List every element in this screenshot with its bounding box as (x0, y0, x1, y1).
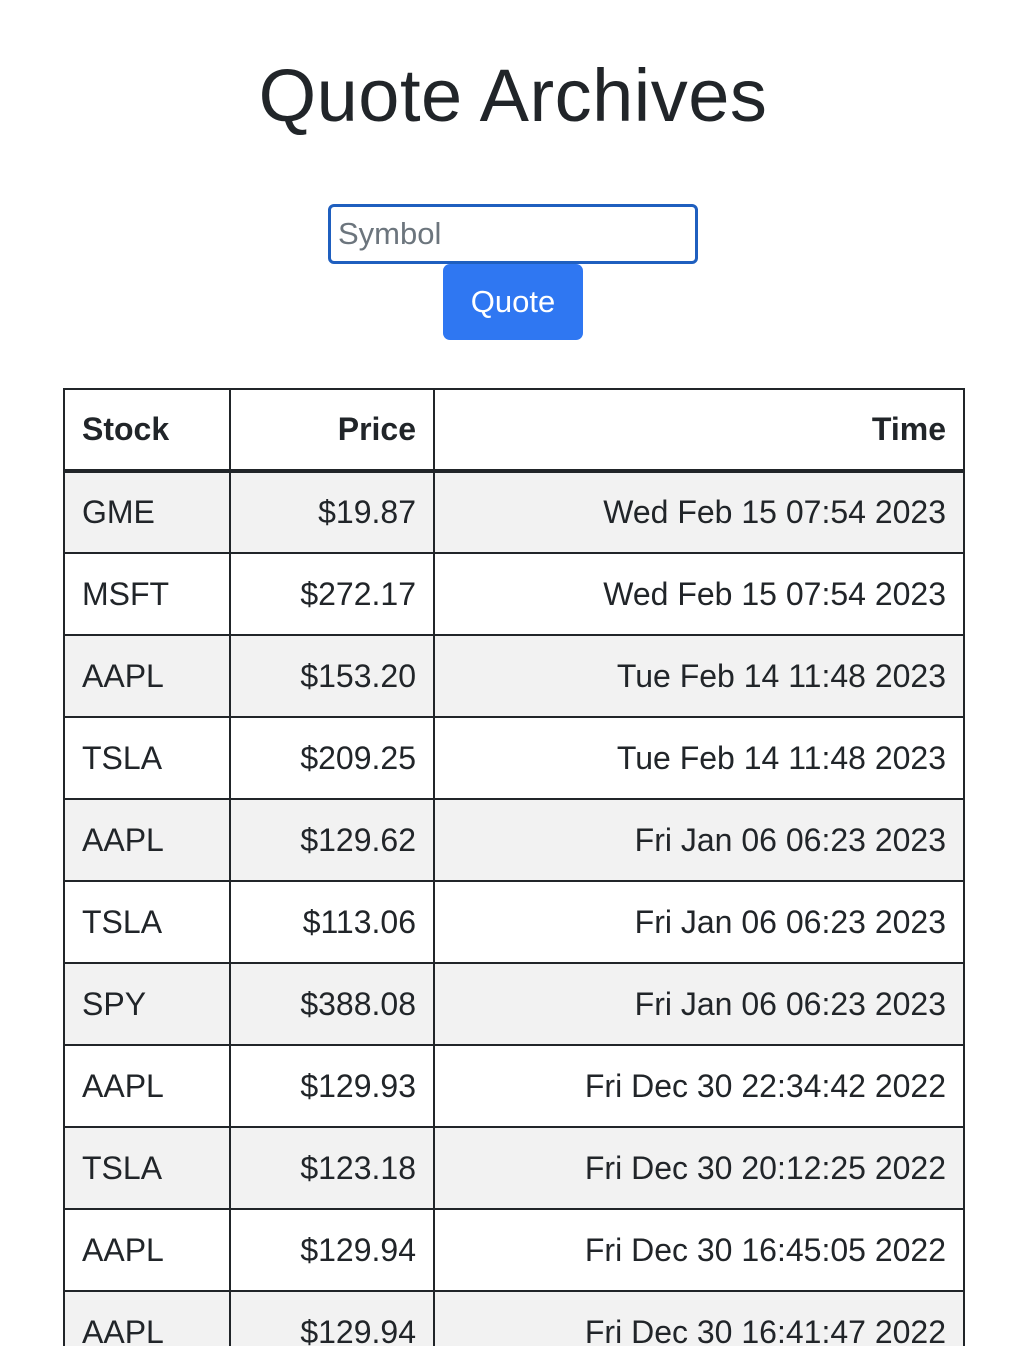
table-body: GME $19.87 Wed Feb 15 07:54 2023 MSFT $2… (63, 470, 965, 1346)
cell-price: $272.17 (229, 552, 435, 636)
cell-stock: AAPL (63, 634, 231, 718)
table-row: GME $19.87 Wed Feb 15 07:54 2023 (63, 470, 965, 554)
cell-time: Tue Feb 14 11:48 2023 (433, 716, 965, 800)
cell-time: Wed Feb 15 07:54 2023 (433, 470, 965, 554)
cell-stock: GME (63, 470, 231, 554)
cell-stock: AAPL (63, 1208, 231, 1292)
table-row: TSLA $209.25 Tue Feb 14 11:48 2023 (63, 716, 965, 800)
cell-stock: TSLA (63, 880, 231, 964)
cell-time: Fri Jan 06 06:23 2023 (433, 880, 965, 964)
cell-time: Fri Jan 06 06:23 2023 (433, 962, 965, 1046)
table-row: SPY $388.08 Fri Jan 06 06:23 2023 (63, 962, 965, 1046)
cell-price: $209.25 (229, 716, 435, 800)
table-row: AAPL $153.20 Tue Feb 14 11:48 2023 (63, 634, 965, 718)
cell-stock: AAPL (63, 1044, 231, 1128)
cell-time: Wed Feb 15 07:54 2023 (433, 552, 965, 636)
cell-stock: AAPL (63, 1290, 231, 1346)
cell-price: $388.08 (229, 962, 435, 1046)
quote-button[interactable]: Quote (443, 264, 583, 340)
table-row: AAPL $129.93 Fri Dec 30 22:34:42 2022 (63, 1044, 965, 1128)
page-title: Quote Archives (258, 54, 768, 137)
cell-price: $129.62 (229, 798, 435, 882)
cell-price: $129.94 (229, 1208, 435, 1292)
cell-stock: TSLA (63, 1126, 231, 1210)
table-row: AAPL $129.94 Fri Dec 30 16:41:47 2022 (63, 1290, 965, 1346)
cell-price: $129.94 (229, 1290, 435, 1346)
symbol-input[interactable] (328, 204, 698, 264)
quote-archive-table: Stock Price Time GME $19.87 Wed Feb 15 0… (63, 388, 965, 1346)
cell-time: Tue Feb 14 11:48 2023 (433, 634, 965, 718)
table-row: MSFT $272.17 Wed Feb 15 07:54 2023 (63, 552, 965, 636)
cell-time: Fri Dec 30 16:41:47 2022 (433, 1290, 965, 1346)
table-row: TSLA $113.06 Fri Jan 06 06:23 2023 (63, 880, 965, 964)
table-row: TSLA $123.18 Fri Dec 30 20:12:25 2022 (63, 1126, 965, 1210)
page: Quote Archives Quote Stock Price Time GM… (0, 0, 1026, 1346)
cell-time: Fri Dec 30 20:12:25 2022 (433, 1126, 965, 1210)
header-row: Stock Price Time (63, 388, 965, 473)
cell-price: $19.87 (229, 470, 435, 554)
cell-stock: TSLA (63, 716, 231, 800)
cell-time: Fri Dec 30 16:45:05 2022 (433, 1208, 965, 1292)
column-header-stock: Stock (63, 388, 231, 473)
column-header-price: Price (229, 388, 435, 473)
cell-time: Fri Dec 30 22:34:42 2022 (433, 1044, 965, 1128)
column-header-time: Time (433, 388, 965, 473)
table-row: AAPL $129.94 Fri Dec 30 16:45:05 2022 (63, 1208, 965, 1292)
table-row: AAPL $129.62 Fri Jan 06 06:23 2023 (63, 798, 965, 882)
table-header: Stock Price Time (63, 388, 965, 473)
cell-stock: AAPL (63, 798, 231, 882)
cell-stock: SPY (63, 962, 231, 1046)
cell-price: $153.20 (229, 634, 435, 718)
cell-stock: MSFT (63, 552, 231, 636)
cell-time: Fri Jan 06 06:23 2023 (433, 798, 965, 882)
cell-price: $113.06 (229, 880, 435, 964)
cell-price: $129.93 (229, 1044, 435, 1128)
cell-price: $123.18 (229, 1126, 435, 1210)
